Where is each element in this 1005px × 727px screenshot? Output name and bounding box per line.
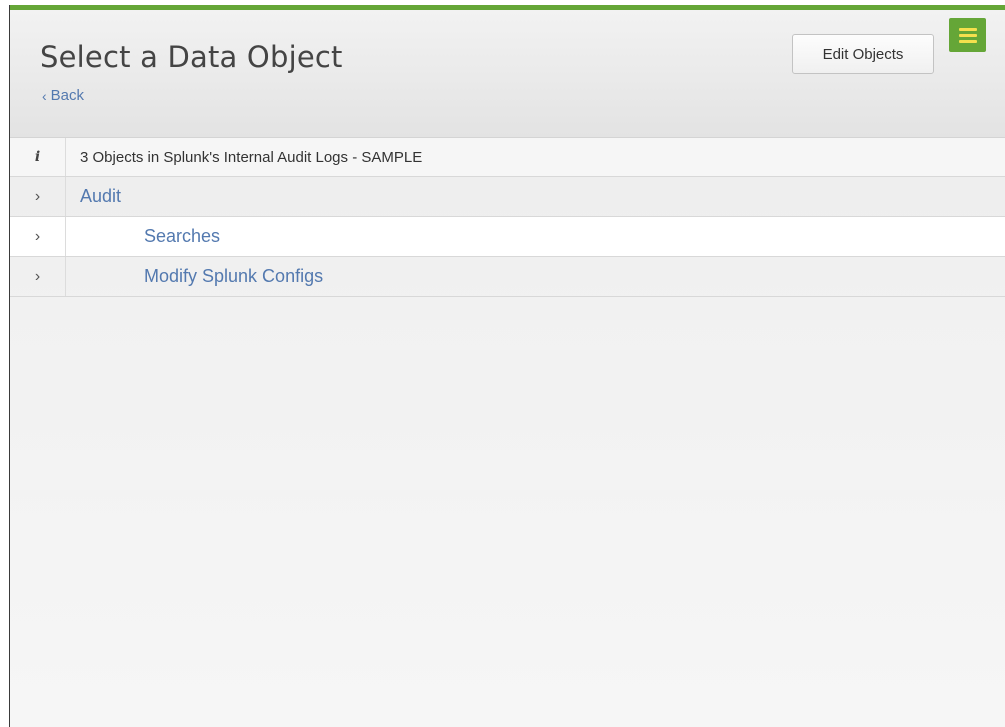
- object-label[interactable]: Audit: [66, 186, 121, 207]
- chevron-right-icon: ›: [34, 187, 41, 205]
- chevron-right-icon: ›: [34, 227, 41, 245]
- back-link[interactable]: ‹ Back: [42, 87, 84, 104]
- info-icon: i: [34, 149, 41, 165]
- chevron-left-icon: ‹: [42, 87, 47, 104]
- app-frame: Select a Data Object ‹ Back Edit Objects…: [9, 5, 1005, 727]
- chevron-right-icon: ›: [34, 267, 41, 285]
- expand-cell[interactable]: ›: [10, 257, 66, 296]
- expand-cell[interactable]: ›: [10, 177, 66, 216]
- expand-cell[interactable]: ›: [10, 217, 66, 256]
- edit-objects-button[interactable]: Edit Objects: [792, 34, 934, 74]
- info-row: i 3 Objects in Splunk's Internal Audit L…: [10, 138, 1005, 177]
- page-header: Select a Data Object ‹ Back Edit Objects: [10, 10, 1005, 138]
- info-text: 3 Objects in Splunk's Internal Audit Log…: [80, 148, 423, 166]
- info-icon-cell: i: [10, 138, 66, 176]
- object-row-searches[interactable]: › Searches: [10, 217, 1005, 257]
- object-row-modify-splunk-configs[interactable]: › Modify Splunk Configs: [10, 257, 1005, 297]
- object-label[interactable]: Modify Splunk Configs: [66, 266, 323, 287]
- menu-button[interactable]: [949, 18, 986, 52]
- page-title: Select a Data Object: [40, 40, 343, 74]
- hamburger-menu-icon: [958, 25, 977, 46]
- object-label[interactable]: Searches: [66, 226, 220, 247]
- object-row-audit[interactable]: › Audit: [10, 177, 1005, 217]
- back-label: Back: [50, 87, 85, 104]
